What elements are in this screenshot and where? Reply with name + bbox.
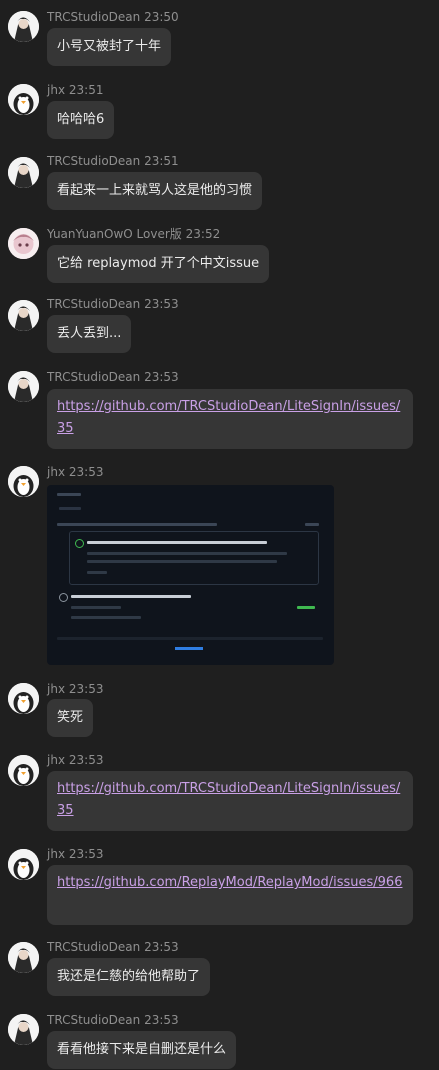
message-meta: TRCStudioDean 23:53 [47,297,179,311]
sender-name[interactable]: TRCStudioDean [47,297,140,311]
sender-name[interactable]: TRCStudioDean [47,940,140,954]
message-bubble: 笑死 [47,699,94,737]
timestamp: 23:53 [144,370,179,384]
user-avatar[interactable] [8,11,39,42]
sender-name[interactable]: jhx [47,847,65,861]
issue-link[interactable]: https://github.com/ReplayMod/ReplayMod/i… [57,875,402,890]
user-avatar[interactable] [8,228,39,259]
sender-name[interactable]: TRCStudioDean [47,154,140,168]
sender-name[interactable]: YuanYuanOwO Lover版 [47,227,182,241]
user-avatar[interactable] [8,466,39,497]
message-meta: jhx 23:53 [47,465,103,479]
user-avatar[interactable] [8,300,39,331]
message-bubble: 看看他接下来是自删还是什么 [47,1031,237,1069]
message-bubble: 哈哈哈6 [47,101,115,139]
attached-image[interactable] [47,485,334,665]
message-meta: jhx 23:53 [47,682,103,696]
sender-name[interactable]: TRCStudioDean [47,1013,140,1027]
message-bubble: https://github.com/TRCStudioDean/LiteSig… [47,771,413,831]
sender-name[interactable]: TRCStudioDean [47,370,140,384]
user-avatar[interactable] [8,84,39,115]
timestamp: 23:53 [144,1013,179,1027]
sender-name[interactable]: jhx [47,753,65,767]
message-bubble: 小号又被封了十年 [47,28,172,66]
timestamp: 23:53 [68,753,104,767]
issue-link[interactable]: https://github.com/TRCStudioDean/LiteSig… [57,399,400,436]
message-meta: TRCStudioDean 23:53 [47,1013,179,1027]
sender-name[interactable]: jhx [47,682,65,696]
message-meta: TRCStudioDean 23:50 [47,10,179,24]
message-meta: jhx 23:53 [47,753,103,767]
timestamp: 23:53 [68,847,104,861]
timestamp: 23:53 [68,465,104,479]
timestamp: 23:53 [144,297,179,311]
message-meta: jhx 23:53 [47,847,103,861]
sender-name[interactable]: TRCStudioDean [47,10,140,24]
message-bubble: 看起来一上来就骂人这是他的习惯 [47,172,263,210]
message-bubble: 它给 replaymod 开了个中文issue [47,245,270,283]
message-meta: jhx 23:51 [47,83,103,97]
user-avatar[interactable] [8,942,39,973]
timestamp: 23:53 [144,940,179,954]
message-bubble: 我还是仁慈的给他帮助了 [47,958,211,996]
user-avatar[interactable] [8,755,39,786]
message-meta: TRCStudioDean 23:53 [47,370,179,384]
message-bubble: 丢人丢到... [47,315,132,353]
user-avatar[interactable] [8,1014,39,1045]
message-bubble: https://github.com/TRCStudioDean/LiteSig… [47,389,413,449]
timestamp: 23:53 [68,682,104,696]
issue-link[interactable]: https://github.com/TRCStudioDean/LiteSig… [57,781,400,818]
user-avatar[interactable] [8,849,39,880]
sender-name[interactable]: jhx [47,83,65,97]
user-avatar[interactable] [8,157,39,188]
timestamp: 23:51 [144,154,179,168]
timestamp: 23:51 [68,83,104,97]
timestamp: 23:52 [185,227,221,241]
timestamp: 23:50 [144,10,179,24]
sender-name[interactable]: jhx [47,465,65,479]
message-meta: TRCStudioDean 23:53 [47,940,179,954]
message-bubble: https://github.com/ReplayMod/ReplayMod/i… [47,865,413,925]
message-meta: YuanYuanOwO Lover版 23:52 [47,227,220,241]
message-meta: TRCStudioDean 23:51 [47,154,179,168]
user-avatar[interactable] [8,371,39,402]
user-avatar[interactable] [8,683,39,714]
